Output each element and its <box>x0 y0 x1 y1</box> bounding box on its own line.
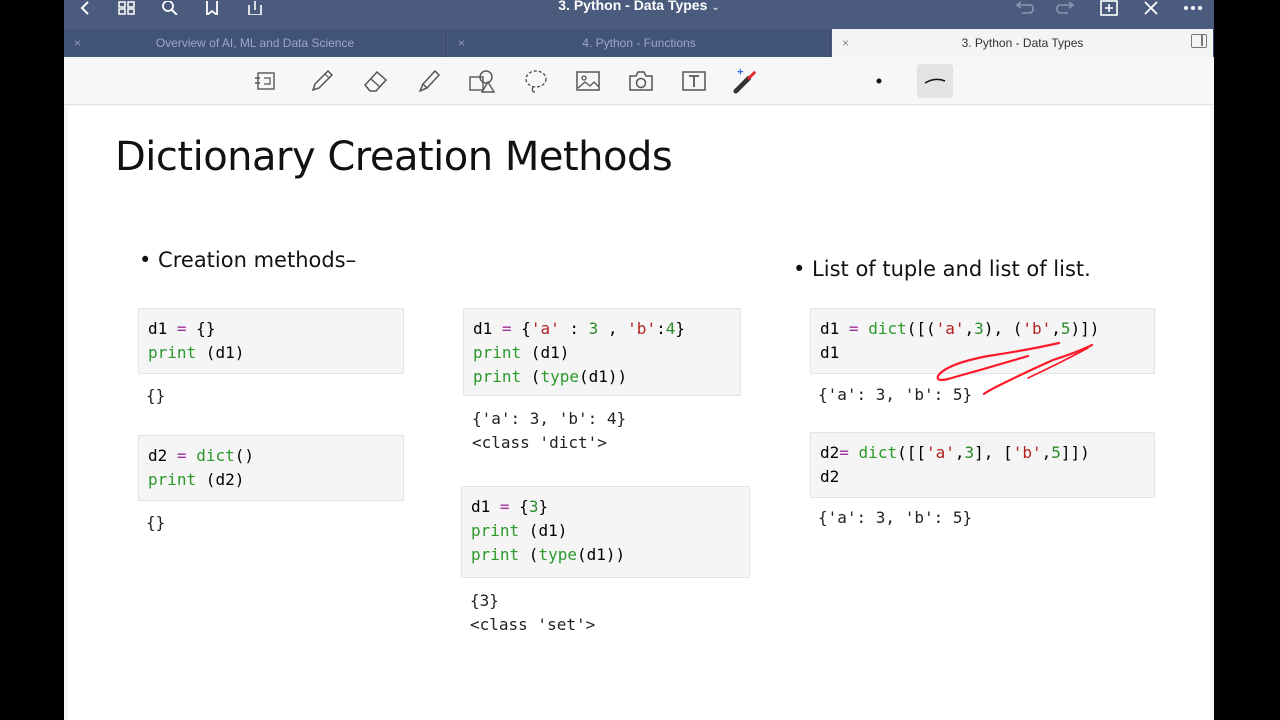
chevron-down-icon: ⌄ <box>711 2 720 13</box>
tab-overview[interactable]: × Overview of AI, ML and Data Science <box>64 29 447 57</box>
title-bar: 3. Python - Data Types ⌄ <box>64 0 1214 28</box>
redo-icon[interactable] <box>1055 0 1077 16</box>
code-line: d1 = {} print (d1) <box>148 319 245 362</box>
tab-label: 4. Python - Functions <box>582 36 696 50</box>
close-tab-icon[interactable]: × <box>458 36 465 50</box>
close-tab-icon[interactable]: × <box>74 36 81 50</box>
code-block: d2= dict([['a',3], ['b',5]]) d2 <box>810 432 1155 498</box>
lasso-icon[interactable] <box>522 67 550 95</box>
tab-data-types[interactable]: × 3. Python - Data Types <box>832 29 1214 57</box>
code-line: d1 = {3} print (d1) print (type(d1)) <box>471 497 626 564</box>
close-tab-icon[interactable]: × <box>842 36 849 50</box>
code-output: {3} <class 'set'> <box>470 591 596 634</box>
page-title: Dictionary Creation Methods <box>115 134 673 180</box>
bullet-list-of-tuple: • List of tuple and list of list. <box>793 257 1091 281</box>
eraser-icon[interactable] <box>362 67 390 95</box>
code-output: {'a': 3, 'b': 4} <class 'dict'> <box>472 409 627 452</box>
camera-icon[interactable] <box>627 67 655 95</box>
image-icon[interactable] <box>574 67 602 95</box>
sidebar-toggle-icon[interactable] <box>1191 34 1207 48</box>
stroke-width-icon[interactable] <box>917 64 953 98</box>
code-output: {} <box>146 386 166 405</box>
tab-bar: × Overview of AI, ML and Data Science × … <box>64 28 1214 57</box>
tab-label: Overview of AI, ML and Data Science <box>155 36 355 50</box>
text-icon[interactable] <box>680 67 708 95</box>
code-block: d2 = dict() print (d2) <box>138 435 404 501</box>
code-block: d1 = {3} print (d1) print (type(d1)) <box>461 486 750 578</box>
dot-icon[interactable] <box>865 67 893 95</box>
notes-app-window: 3. Python - Data Types ⌄ × Overview of AI… <box>64 0 1214 720</box>
code-line: d2= dict([['a',3], ['b',5]]) d2 <box>820 443 1090 486</box>
highlighter-icon[interactable] <box>415 67 443 95</box>
add-page-icon[interactable] <box>1098 0 1120 16</box>
drawing-toolbar <box>64 57 1214 105</box>
code-output: {} <box>146 513 166 532</box>
code-line: d2 = dict() print (d2) <box>148 446 254 489</box>
bullet-creation-methods: • Creation methods– <box>139 248 357 272</box>
more-icon[interactable] <box>1182 0 1204 16</box>
red-ink-annotation[interactable] <box>928 334 1108 404</box>
close-icon[interactable] <box>1140 0 1162 16</box>
document-title[interactable]: 3. Python - Data Types ⌄ <box>64 0 1214 13</box>
code-block: d1 = {'a' : 3 , 'b':4} print (d1) print … <box>463 308 741 396</box>
slide-page[interactable]: Dictionary Creation Methods • Creation m… <box>68 106 1210 720</box>
laser-pointer-icon[interactable] <box>732 67 760 95</box>
shapes-icon[interactable] <box>468 67 496 95</box>
undo-icon[interactable] <box>1013 0 1035 16</box>
code-block: d1 = {} print (d1) <box>138 308 404 374</box>
tab-label: 3. Python - Data Types <box>961 36 1084 50</box>
tab-functions[interactable]: × 4. Python - Functions <box>448 29 831 57</box>
reading-mode-icon[interactable] <box>252 67 280 95</box>
pen-icon[interactable] <box>308 67 336 95</box>
code-line: d1 = {'a' : 3 , 'b':4} print (d1) print … <box>473 319 685 386</box>
code-output: {'a': 3, 'b': 5} <box>818 508 973 527</box>
document-title-text: 3. Python - Data Types <box>558 0 708 13</box>
